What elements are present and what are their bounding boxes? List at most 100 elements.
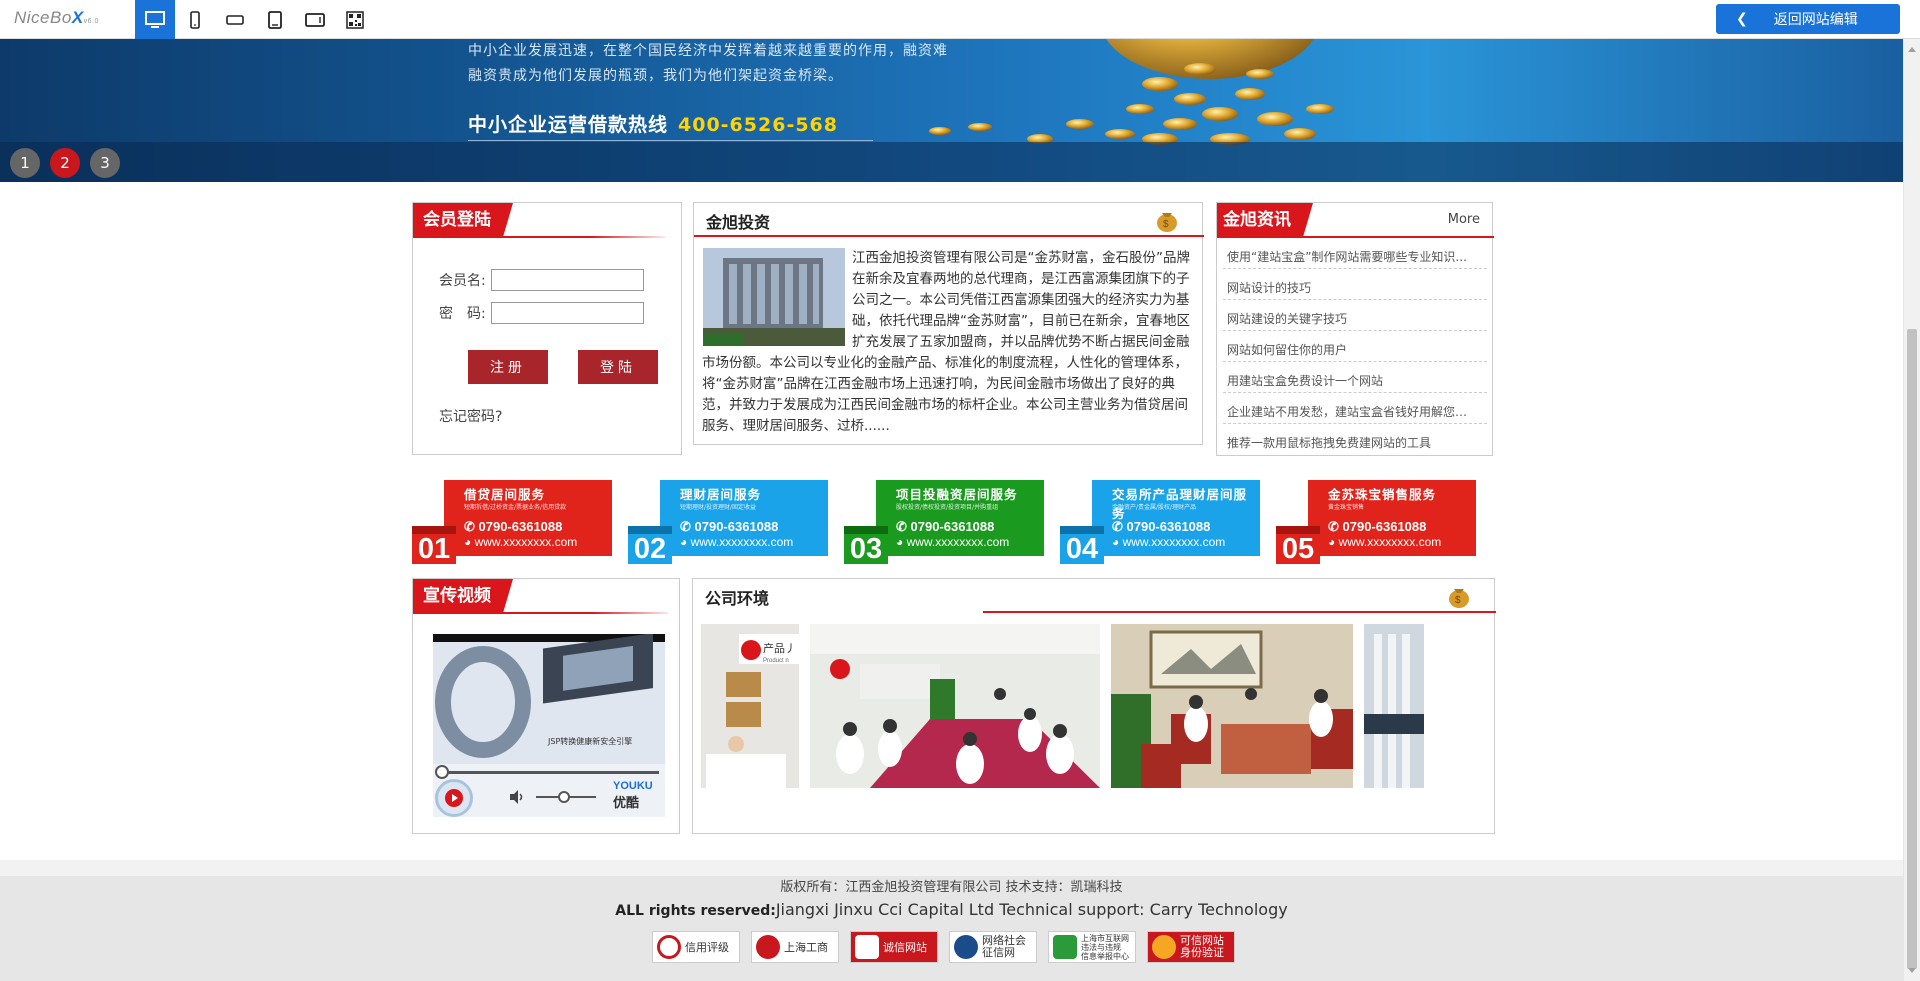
credit-rating-badge[interactable]: 信用评级 xyxy=(652,931,740,963)
news-item[interactable]: 推荐一款用鼠标拖拽免费建网站的工具 xyxy=(1227,428,1472,459)
page-scrollbar[interactable] xyxy=(1903,39,1920,981)
about-panel: 金旭投资 $ 江西金旭投资管理有限公司是“金苏财富，金石股份”品牌在新余及宜春两… xyxy=(693,202,1204,445)
register-button[interactable]: 注册 xyxy=(468,350,548,384)
footer-rights: ALL rights reserved:Jiangxi Jinxu Cci Ca… xyxy=(615,900,1288,919)
title-underline xyxy=(983,611,1496,613)
slide-dot-1[interactable]: 1 xyxy=(10,148,40,178)
footer-copyright: 版权所有：江西金旭投资管理有限公司 技术支持：凯瑞科技 xyxy=(780,880,1123,895)
office-photo-1[interactable]: 产品丿 Product n xyxy=(701,624,799,788)
member-login-title: 会员登陆 xyxy=(413,203,513,237)
desktop-view-button[interactable] xyxy=(135,0,175,39)
office-photo-2[interactable] xyxy=(810,624,1100,788)
tablet-view-button[interactable] xyxy=(255,0,295,39)
news-title: 金旭资讯 xyxy=(1217,203,1313,237)
trust-badges: 信用评级 上海工商 诚信网站 网络社会 征信网 上海市互联网 违法与违规 信息举… xyxy=(652,931,1235,963)
report-center-badge[interactable]: 上海市互联网 违法与违规 信息举报中心 xyxy=(1048,931,1136,963)
phone-landscape-icon xyxy=(226,14,244,25)
service-subtitle: 金融资产/贵金属/股权/理财产品 xyxy=(1112,504,1197,511)
credit-network-badge[interactable]: 网络社会 征信网 xyxy=(949,931,1037,963)
service-name: 金苏珠宝销售服务 xyxy=(1328,488,1437,502)
svg-text:$: $ xyxy=(1455,595,1461,606)
chevron-left-icon: ❮ xyxy=(1736,11,1748,27)
service-card-4[interactable]: 04 交易所产品理财居间服务 金融资产/贵金属/股权/理财产品 ✆ 0790-6… xyxy=(1060,480,1260,565)
slide-dot-2[interactable]: 2 xyxy=(50,148,80,178)
video-progress-bar[interactable] xyxy=(441,771,659,774)
credit-rating-icon xyxy=(657,935,681,959)
environment-title: 公司环境 xyxy=(705,589,770,608)
password-label: 密 码: xyxy=(439,306,486,322)
office-photo-3[interactable] xyxy=(1111,624,1353,788)
service-card-1[interactable]: 01 借贷居间服务 短期拆借/过桥资金/票据业务/信用贷款 ✆ 0790-636… xyxy=(412,480,612,565)
banner-divider xyxy=(468,140,873,141)
service-phone: ✆ 0790-6361088 xyxy=(1328,519,1427,534)
service-name: 理财居间服务 xyxy=(680,488,762,502)
service-card-3[interactable]: 03 项目投融资居间服务 股权投资/债权投资/投资项目/并购重组 ✆ 0790-… xyxy=(844,480,1044,565)
video-header: 宣传视频 xyxy=(413,579,513,613)
news-divider xyxy=(1223,361,1487,362)
volume-knob[interactable] xyxy=(558,791,570,803)
trusted-site-badge[interactable]: 诚信网站 xyxy=(850,931,938,963)
verified-site-badge[interactable]: 可信网站 身份验证 xyxy=(1147,931,1235,963)
service-subtitle: 短期理财/投资理财/固定收益 xyxy=(680,504,757,511)
video-player[interactable]: JSP转换健康新安全引擎 YOUKU 优酷 xyxy=(433,634,665,817)
service-number: 03 xyxy=(844,526,888,565)
service-phone: ✆ 0790-6361088 xyxy=(680,519,779,534)
service-website: ◕ www.xxxxxxxx.com xyxy=(680,535,794,549)
forgot-password-link[interactable]: 忘记密码? xyxy=(439,406,502,426)
svg-text:产品丿: 产品丿 xyxy=(763,641,796,655)
member-login-panel: 会员登陆 会员名: 密 码: 注册 登陆 忘记密码? xyxy=(412,202,682,455)
qrcode-button[interactable] xyxy=(335,0,375,39)
news-header: 金旭资讯 xyxy=(1217,203,1313,237)
service-subtitle: 黄金珠宝销售 xyxy=(1328,504,1365,511)
company-environment-panel: 公司环境 $ 产品丿 Product n xyxy=(692,578,1496,834)
banner-intro-text: 中小企业发展迅速，在整个国民经济中发挥着越来越重要的作用，融资难 融资贵成为他们… xyxy=(468,43,948,84)
about-title: 金旭投资 xyxy=(706,213,771,232)
phone-landscape-view-button[interactable] xyxy=(215,0,255,39)
svg-text:$: $ xyxy=(1163,219,1169,230)
service-card-5[interactable]: 05 金苏珠宝销售服务 黄金珠宝销售 ✆ 0790-6361088 ◕ www.… xyxy=(1276,480,1476,565)
username-input[interactable] xyxy=(491,269,644,291)
service-number: 04 xyxy=(1060,526,1104,565)
service-website: ◕ www.xxxxxxxx.com xyxy=(896,535,1010,549)
back-to-editor-button[interactable]: ❮ 返回网站编辑 xyxy=(1716,4,1900,34)
volume-icon[interactable] xyxy=(508,789,526,805)
slide-dot-3[interactable]: 3 xyxy=(90,148,120,178)
news-divider xyxy=(1223,392,1487,393)
tablet-landscape-icon xyxy=(305,12,325,27)
service-number: 02 xyxy=(628,526,672,565)
service-website: ◕ www.xxxxxxxx.com xyxy=(1112,535,1226,549)
service-phone: ✆ 0790-6361088 xyxy=(896,519,995,534)
login-button[interactable]: 登陆 xyxy=(578,350,658,384)
slide-pager: 1 2 3 xyxy=(10,148,120,178)
news-divider xyxy=(1223,299,1487,300)
play-button[interactable] xyxy=(435,779,473,817)
video-panel: 宣传视频 JSP转换健康新安全引擎 YOUKU 优酷 xyxy=(412,578,680,834)
about-description: 江西金旭投资管理有限公司是“金苏财富，金石股份”品牌在新余及宜春两地的总代理商，… xyxy=(702,250,1190,434)
scroll-up-icon[interactable] xyxy=(1908,47,1916,52)
svg-text:Product n: Product n xyxy=(763,658,789,664)
gold-coins-image xyxy=(929,39,1334,145)
video-caption: JSP转换健康新安全引擎 xyxy=(548,737,633,746)
office-photo-4[interactable] xyxy=(1364,624,1424,788)
service-card-2[interactable]: 02 理财居间服务 短期理财/投资理财/固定收益 ✆ 0790-6361088 … xyxy=(628,480,828,565)
scroll-thumb[interactable] xyxy=(1907,329,1917,969)
environment-gallery: 产品丿 Product n xyxy=(701,624,1487,788)
shanghai-business-badge[interactable]: 上海工商 xyxy=(751,931,839,963)
service-name: 项目投融资居间服务 xyxy=(896,488,1018,502)
tablet-landscape-view-button[interactable] xyxy=(295,0,335,39)
nicebox-logo: NiceBoXv6.0 xyxy=(14,8,99,27)
password-input[interactable] xyxy=(491,302,644,324)
title-underline xyxy=(413,612,668,614)
title-underline xyxy=(694,235,1204,237)
tablet-icon xyxy=(268,10,282,29)
back-to-editor-label: 返回网站编辑 xyxy=(1773,12,1858,28)
title-underline xyxy=(1217,236,1494,238)
news-more-link[interactable]: More xyxy=(1448,212,1480,227)
news-panel: 金旭资讯 More 使用“建站宝盒”制作网站需要哪些专业知识... 网站设计的技… xyxy=(1216,202,1494,459)
scroll-down-icon[interactable] xyxy=(1908,968,1916,973)
service-subtitle: 股权投资/债权投资/投资项目/并购重组 xyxy=(896,504,999,511)
device-switcher xyxy=(135,0,375,39)
phone-view-button[interactable] xyxy=(175,0,215,39)
video-scrubber[interactable] xyxy=(435,765,449,779)
editor-toolbar: NiceBoXv6.0 ❮ 返回网站编辑 xyxy=(0,0,1920,39)
